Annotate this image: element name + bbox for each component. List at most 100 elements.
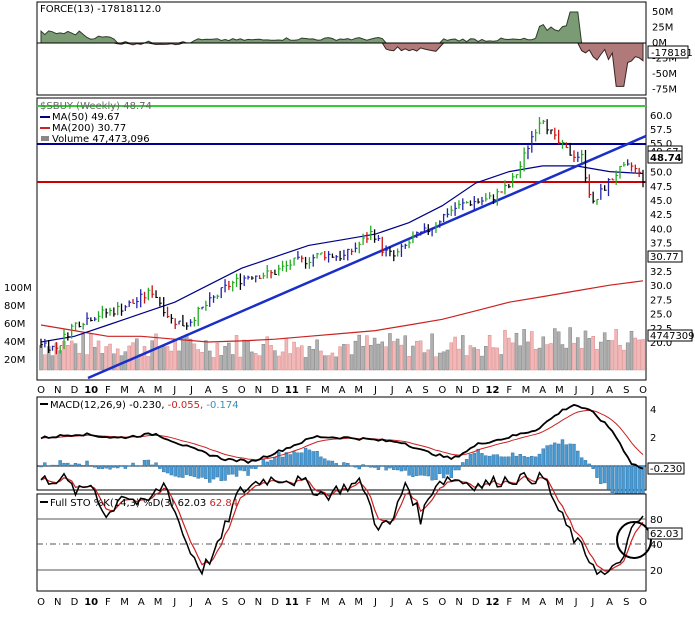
ma200-legend-label: MA(200) (52, 123, 94, 134)
volume-bar (211, 357, 216, 371)
macd-v1: -0.230, (129, 400, 164, 411)
macd-hist-bar (438, 465, 442, 474)
volume-bar (326, 355, 331, 371)
macd-hist-bar (480, 453, 484, 467)
volume-bar (372, 337, 377, 371)
x-label: J (373, 385, 377, 396)
volume-bar (303, 357, 308, 371)
volume-bar (541, 336, 546, 371)
macd-hist-bar (334, 463, 338, 467)
macd-hist-bar (115, 465, 120, 469)
x-label: O (238, 385, 246, 396)
macd-hist-bar (173, 465, 177, 477)
svg-text:Full STO %K(14,3) %D(3) 62.03: Full STO %K(14,3) %D(3) 62.03 62.84 (50, 498, 238, 509)
macd-hist-bar (154, 462, 158, 467)
volume-bar (311, 348, 315, 371)
x-label: J (373, 597, 377, 608)
x-label: M (154, 597, 163, 608)
x-label: O (438, 385, 446, 396)
x-label: D (472, 385, 480, 396)
x-label: N (455, 385, 462, 396)
macd-label: MACD(12,26,9) (50, 400, 126, 411)
macd-hist-bar (415, 465, 419, 476)
x-label: M (522, 597, 531, 608)
volume-bar (66, 344, 70, 371)
macd-hist-bar (85, 460, 89, 467)
macd-hist-bar (46, 465, 51, 467)
macd-hist-bar (119, 465, 124, 467)
ma200-flag-text: 30.77 (650, 252, 679, 263)
volume-bar (43, 354, 47, 371)
volume-bar (69, 340, 74, 371)
volume-bar (131, 342, 135, 371)
volume-bar (403, 335, 408, 371)
macd-hist-bar (591, 465, 595, 469)
volume-bar (468, 345, 473, 371)
price-tick: 30.0 (650, 281, 672, 292)
x-label: N (54, 385, 61, 396)
volume-bar (250, 351, 254, 371)
x-label: M (321, 385, 330, 396)
x-label: O (639, 385, 647, 396)
volume-bar (395, 338, 400, 371)
ma200-legend-value: 30.77 (98, 123, 127, 134)
macd-hist-bar (426, 465, 430, 477)
force-tick: 50M (652, 7, 673, 18)
macd-hist-bar (541, 448, 546, 467)
macd-hist-bar (100, 465, 105, 469)
macd-hist-bar (77, 463, 82, 467)
x-label: 12 (486, 597, 500, 608)
volume-bar (599, 341, 603, 371)
volume-bar (491, 347, 496, 371)
macd-hist-bar (254, 465, 258, 470)
macd-hist-bar (395, 465, 400, 471)
volume-bar (269, 345, 273, 371)
x-label: A (205, 385, 212, 396)
volume-bar (602, 332, 607, 371)
macd-hist-bar (495, 454, 499, 467)
volume-bar (150, 340, 154, 371)
macd-hist-bar (376, 465, 381, 470)
macd-hist-bar (399, 465, 404, 472)
macd-v2: -0.055, (168, 400, 203, 411)
macd-hist-bar (342, 462, 346, 467)
volume-bar (100, 353, 105, 371)
macd-hist-bar (177, 465, 181, 478)
macd-hist-bar (211, 465, 216, 480)
volume-bar (188, 338, 193, 371)
volume-bar (392, 341, 396, 371)
sto-current-text: 62.03 (650, 529, 679, 540)
volume-bar (572, 342, 576, 371)
x-label: F (306, 597, 312, 608)
volume-bar (257, 355, 262, 371)
macd-hist-bar (319, 456, 323, 467)
price-tick: 37.5 (650, 239, 672, 250)
x-label: M (555, 597, 564, 608)
price-tick: 50.0 (650, 168, 672, 179)
x-label: M (120, 597, 129, 608)
macd-hist-bar (453, 465, 457, 471)
macd-hist-bar (108, 465, 112, 470)
macd-hist-bar (537, 453, 542, 467)
macd-hist-bar (411, 465, 415, 477)
volume-bar (288, 353, 292, 371)
volume-bar (338, 346, 342, 371)
volume-bar (200, 352, 204, 371)
volume-bar (357, 334, 362, 371)
volume-bar (530, 331, 534, 371)
volume-bar (85, 354, 89, 371)
volume-bar (526, 341, 530, 371)
x-label: J (189, 597, 193, 608)
volume-bar (476, 349, 480, 371)
volume-bar (495, 347, 500, 371)
macd-hist-bar (457, 465, 461, 471)
x-label: F (506, 385, 512, 396)
macd-hist-bar (303, 447, 308, 467)
volume-ticks: 100M 80M 60M 40M 20M (4, 283, 32, 366)
volume-bar (273, 350, 277, 371)
volume-bar (108, 343, 112, 371)
volume-bar (169, 350, 174, 371)
x-label: S (623, 597, 629, 608)
macd-hist-bar (138, 465, 143, 467)
volume-bar (457, 348, 461, 371)
